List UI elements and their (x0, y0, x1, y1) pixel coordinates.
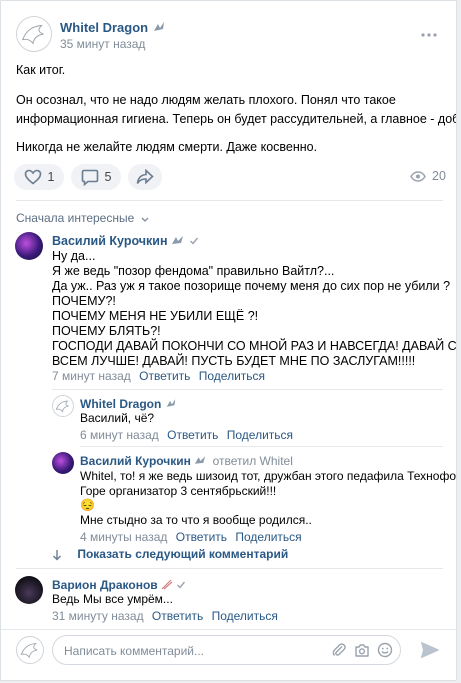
reply-avatar[interactable] (52, 452, 74, 474)
reply-text-2: Мне стыдно за то что я вообще родился.. (80, 513, 312, 527)
reply-text: Василий, чё? (80, 411, 155, 425)
smile-icon[interactable] (377, 642, 393, 658)
reply-button[interactable]: Ответить (176, 530, 227, 544)
share-button[interactable] (128, 164, 162, 190)
author-badge-icon (165, 398, 177, 412)
comment-avatar[interactable] (15, 576, 43, 604)
reply-author[interactable]: Whitel Dragon (80, 397, 177, 412)
post-time[interactable]: 35 минут назад (60, 37, 145, 51)
chevron-down-icon (141, 217, 149, 222)
comment-button[interactable]: 5 (71, 164, 121, 190)
comment-input[interactable]: Написать комментарий... (52, 635, 401, 665)
post-paragraph-3: Никогда не желайте людям смерти. Даже ко… (16, 140, 318, 154)
comment-avatar[interactable] (15, 232, 43, 260)
reply-author[interactable]: Василий Курочкин ответил Whitel (80, 454, 293, 469)
comment-divider (16, 568, 443, 569)
reply-time[interactable]: 6 минут назад (80, 428, 159, 442)
comment-icon (81, 169, 98, 186)
reply-avatar[interactable] (52, 395, 74, 417)
composer-divider (1, 629, 456, 630)
comment-text: Ну да... Я же ведь "позор фендома" прави… (52, 249, 457, 368)
reply-button[interactable]: Ответить (139, 369, 190, 383)
sort-dropdown[interactable]: Сначала интересные (16, 211, 149, 225)
verified-icon (189, 235, 199, 249)
views: 20 (410, 169, 446, 183)
dragon-avatar-icon (21, 24, 44, 45)
like-count: 1 (47, 170, 55, 184)
share-comment-button[interactable]: Поделиться (212, 609, 278, 623)
comment-count: 5 (104, 170, 112, 184)
share-comment-button[interactable]: Поделиться (227, 428, 293, 442)
reply-divider (80, 446, 443, 447)
camera-icon[interactable] (354, 643, 370, 658)
send-button[interactable] (420, 641, 440, 659)
author-badge-icon (171, 235, 185, 249)
arrow-down-icon (53, 549, 61, 561)
dragon-avatar-icon (55, 400, 69, 413)
post-card: Whitel Dragon 35 минут назад Как итог. О… (0, 0, 457, 681)
paperclip-icon[interactable] (331, 642, 347, 658)
post-divider (16, 200, 443, 201)
share-comment-button[interactable]: Поделиться (235, 530, 301, 544)
share-icon (136, 169, 154, 185)
share-comment-button[interactable]: Поделиться (199, 369, 265, 383)
comment-divider (52, 389, 443, 390)
heart-icon (24, 169, 41, 185)
author-badge-icon (161, 579, 173, 593)
like-button[interactable]: 1 (14, 164, 64, 190)
author-badge-icon (194, 455, 207, 469)
emoji: 😔 (80, 498, 95, 512)
comment-time[interactable]: 31 минуту назад (52, 609, 144, 623)
reply-button[interactable]: Ответить (167, 428, 218, 442)
composer-avatar (16, 636, 44, 664)
reply-button[interactable]: Ответить (152, 609, 203, 623)
reply-time[interactable]: 4 минуты назад (80, 530, 167, 544)
post-author-avatar[interactable] (16, 16, 52, 52)
more-icon[interactable] (421, 27, 437, 37)
post-paragraph-1: Как итог. (16, 63, 66, 77)
comment-author[interactable]: Варион Драконов (52, 578, 186, 593)
replied-to[interactable]: ответил Whitel (213, 454, 293, 468)
author-badge-icon (152, 21, 166, 36)
dragon-avatar-icon (20, 642, 38, 659)
comment-author[interactable]: Василий Курочкин (52, 234, 199, 249)
reply-actions: 6 минут назад Ответить Поделиться (80, 428, 293, 442)
reply-text: Whitel, то! я же ведь шизоид тот, дружба… (80, 469, 457, 498)
eye-icon (410, 170, 426, 182)
show-next-comment[interactable]: Показать следующий комментарий (52, 547, 288, 561)
send-icon (421, 642, 439, 658)
post-paragraph-2: Он осознал, что не надо людям желать пло… (16, 93, 456, 126)
reply-actions: 4 минуты назад Ответить Поделиться (80, 530, 302, 544)
verified-icon (176, 579, 186, 593)
comment-text: Ведь Мы все умрём... (52, 592, 173, 606)
comment-time[interactable]: 7 минут назад (52, 369, 131, 383)
post-author-name[interactable]: Whitel Dragon (60, 20, 166, 36)
comment-actions: 7 минут назад Ответить Поделиться (52, 369, 265, 383)
comment-actions: 31 минуту назад Ответить Поделиться (52, 609, 278, 623)
comment-input-placeholder: Написать комментарий... (64, 644, 205, 658)
